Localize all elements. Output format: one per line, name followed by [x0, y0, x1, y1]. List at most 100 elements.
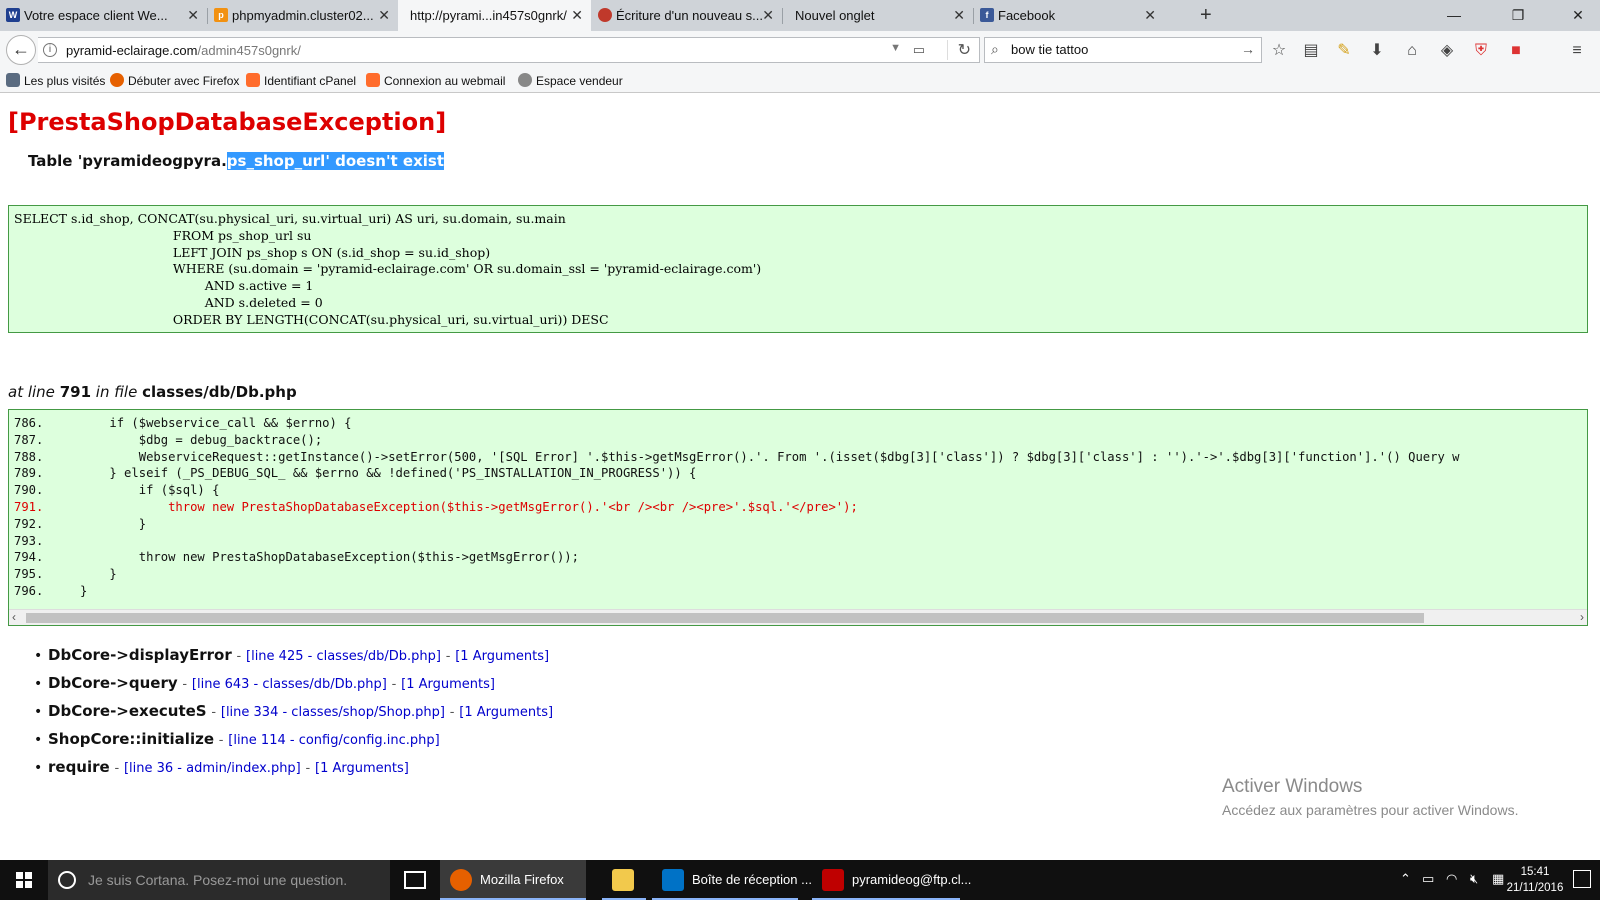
tab-title: Nouvel onglet: [795, 8, 875, 23]
bookmark-firefox[interactable]: Débuter avec Firefox: [110, 73, 239, 88]
extension-icon[interactable]: ✎: [1333, 40, 1355, 62]
pocket-icon[interactable]: ◈: [1436, 40, 1458, 62]
start-button[interactable]: [0, 860, 48, 900]
tab-phpmyadmin[interactable]: p phpmyadmin.cluster02... ✕: [208, 0, 398, 31]
keyboard-icon[interactable]: ▦: [1492, 871, 1504, 887]
shield-icon[interactable]: ⛨: [1470, 40, 1492, 62]
reload-icon[interactable]: ↻: [946, 40, 971, 60]
cortana-search[interactable]: Je suis Cortana. Posez-moi une question.: [48, 860, 390, 900]
outlook-icon: [662, 869, 684, 891]
tab-current[interactable]: http://pyrami...in457s0gnrk/ ✕: [398, 0, 591, 31]
forum-icon: [598, 8, 612, 22]
nav-bar: ← i pyramid-eclairage.com/admin457s0gnrk…: [0, 31, 1600, 69]
code-line: 796. }: [14, 583, 88, 598]
exception-message: Table 'pyramideogpyra.ps_shop_url' doesn…: [28, 152, 445, 170]
cortana-icon: [58, 871, 76, 889]
trace-args-link[interactable]: [1 Arguments]: [459, 705, 553, 720]
addon-icon[interactable]: ■: [1505, 40, 1527, 62]
trace-function: DbCore->executeS: [48, 702, 207, 720]
tab-forum[interactable]: Écriture d'un nouveau s... ✕: [592, 0, 782, 31]
trace-line-link[interactable]: [line 425 - classes/db/Db.php]: [246, 649, 441, 664]
close-icon[interactable]: ✕: [187, 0, 199, 31]
go-arrow-icon[interactable]: →: [1241, 41, 1255, 57]
url-text[interactable]: pyramid-eclairage.com/admin457s0gnrk/: [66, 43, 301, 58]
code-line: 792. }: [14, 516, 147, 531]
tab-new[interactable]: Nouvel onglet ✕: [783, 0, 973, 31]
new-tab-button[interactable]: +: [1200, 0, 1212, 30]
dropdown-icon[interactable]: ▼: [890, 42, 901, 54]
close-icon[interactable]: ✕: [378, 0, 390, 31]
filezilla-icon: [822, 869, 844, 891]
error-location: at line 791 in file classes/db/Db.php: [8, 383, 297, 401]
bullet-icon: •: [34, 732, 43, 748]
reader-view-icon[interactable]: ▭: [913, 42, 925, 58]
volume-muted-icon[interactable]: 🔇︎: [1470, 871, 1478, 887]
code-lines: 786. if ($webservice_call && $errno) {78…: [14, 415, 1460, 600]
bookmark-webmail[interactable]: Connexion au webmail: [366, 73, 505, 88]
scroll-left-icon[interactable]: ‹: [12, 610, 16, 625]
trace-args-link[interactable]: [1 Arguments]: [401, 677, 495, 692]
bookmark-most-visited[interactable]: Les plus visités: [6, 73, 105, 88]
search-input[interactable]: [1011, 42, 1231, 57]
trace-args-link[interactable]: [1 Arguments]: [315, 761, 409, 776]
menu-icon[interactable]: ≡: [1566, 40, 1588, 62]
taskbar-file-explorer[interactable]: [602, 860, 646, 900]
reading-list-icon[interactable]: ▤: [1300, 40, 1322, 62]
close-window-button[interactable]: ✕: [1560, 0, 1596, 30]
home-icon[interactable]: ⌂: [1401, 40, 1423, 62]
info-icon[interactable]: i: [43, 43, 57, 57]
bookmark-seller[interactable]: Espace vendeur: [518, 73, 623, 88]
url-bar[interactable]: i pyramid-eclairage.com/admin457s0gnrk/ …: [38, 37, 980, 63]
tab-title: Facebook: [998, 8, 1056, 23]
trace-args-link[interactable]: [1 Arguments]: [455, 649, 549, 664]
trace-line-link[interactable]: [line 36 - admin/index.php]: [124, 761, 301, 776]
back-button[interactable]: ←: [6, 35, 36, 65]
tab-title: http://pyrami...in457s0gnrk/: [410, 8, 567, 23]
horizontal-scrollbar[interactable]: ‹ ›: [9, 609, 1587, 625]
notification-icon[interactable]: [1573, 870, 1591, 888]
chevron-up-icon[interactable]: ⌃: [1400, 871, 1411, 887]
bullet-icon: •: [34, 676, 43, 692]
close-icon[interactable]: ✕: [953, 0, 965, 31]
file-explorer-icon: [612, 869, 634, 891]
bookmarks-toolbar: Les plus visités Débuter avec Firefox Id…: [0, 69, 1600, 93]
trace-item: • require - [line 36 - admin/index.php] -…: [34, 758, 409, 776]
taskbar-firefox[interactable]: Mozilla Firefox: [440, 860, 586, 900]
search-bar[interactable]: ⌕ →: [984, 37, 1262, 63]
wifi-icon[interactable]: ◠: [1446, 871, 1457, 887]
system-clock[interactable]: 15:41 21/11/2016: [1505, 864, 1565, 896]
firefox-icon: [450, 869, 472, 891]
maximize-button[interactable]: ❐: [1500, 0, 1536, 30]
firefox-icon: [110, 73, 124, 87]
trace-line-link[interactable]: [line 114 - config/config.inc.php]: [228, 733, 439, 748]
taskbar-outlook[interactable]: Boîte de réception ...: [652, 860, 812, 900]
minimize-button[interactable]: —: [1436, 0, 1472, 30]
close-icon[interactable]: ✕: [1144, 0, 1156, 31]
tab-title: phpmyadmin.cluster02...: [232, 8, 374, 23]
task-view-icon[interactable]: [404, 871, 426, 889]
trace-line-link[interactable]: [line 643 - classes/db/Db.php]: [192, 677, 387, 692]
tab-facebook[interactable]: f Facebook ✕: [974, 0, 1164, 31]
code-line: 787. $dbg = debug_backtrace();: [14, 432, 323, 447]
scroll-right-icon[interactable]: ›: [1580, 610, 1584, 625]
taskbar-filezilla[interactable]: pyramideog@ftp.cl...: [812, 860, 971, 900]
windows-logo-icon: [16, 872, 32, 888]
star-icon[interactable]: ☆: [1268, 40, 1290, 62]
tab-ovh[interactable]: W Votre espace client We... ✕: [0, 0, 207, 31]
battery-icon[interactable]: ▭: [1422, 871, 1434, 887]
trace-item: • DbCore->query - [line 643 - classes/db/…: [34, 674, 495, 692]
code-excerpt-box: 786. if ($webservice_call && $errno) {78…: [8, 409, 1588, 626]
code-line: 791. throw new PrestaShopDatabaseExcepti…: [14, 499, 858, 514]
activate-windows-watermark: Activer Windows Accédez aux paramètres p…: [1222, 776, 1519, 818]
exception-title: [PrestaShopDatabaseException]: [8, 108, 447, 136]
close-icon[interactable]: ✕: [762, 0, 774, 31]
close-icon[interactable]: ✕: [571, 0, 583, 31]
download-icon[interactable]: ⬇: [1366, 40, 1388, 62]
taskbar: Je suis Cortana. Posez-moi une question.…: [0, 860, 1600, 900]
seller-icon: [518, 73, 532, 87]
facebook-icon: f: [980, 8, 994, 22]
trace-line-link[interactable]: [line 334 - classes/shop/Shop.php]: [221, 705, 445, 720]
scrollbar-thumb[interactable]: [26, 613, 1424, 623]
search-icon: ⌕: [991, 41, 999, 57]
bookmark-cpanel[interactable]: Identifiant cPanel: [246, 73, 356, 88]
